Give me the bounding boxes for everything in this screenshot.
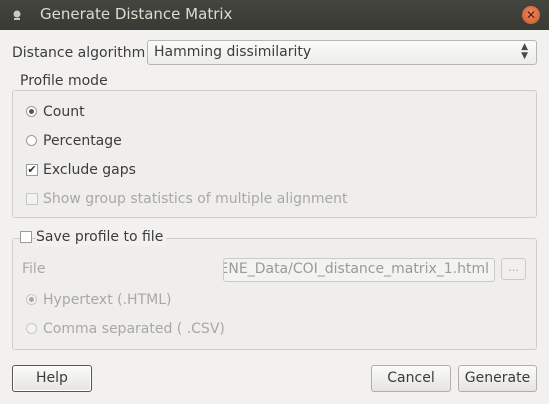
combo-updown-icon: ▲ ▼ — [521, 42, 528, 61]
generate-button[interactable]: Generate — [458, 365, 537, 392]
title-bar: Generate Distance Matrix ✕ — [0, 0, 549, 30]
hypertext-radio[interactable] — [26, 294, 37, 305]
group-stats-label[interactable]: Show group statistics of multiple alignm… — [43, 190, 348, 208]
save-profile-checkbox[interactable] — [20, 231, 32, 243]
count-label[interactable]: Count — [43, 103, 85, 121]
ellipsis-icon: ... — [508, 261, 519, 274]
close-button[interactable]: ✕ — [522, 6, 540, 24]
csv-label[interactable]: Comma separated ( .CSV) — [43, 320, 225, 338]
csv-radio[interactable] — [26, 323, 37, 334]
window-title: Generate Distance Matrix — [40, 5, 233, 23]
exclude-gaps-checkbox[interactable]: ✔ — [26, 164, 38, 176]
percentage-label[interactable]: Percentage — [43, 132, 122, 150]
percentage-radio[interactable] — [26, 135, 37, 146]
check-icon: ✔ — [27, 163, 37, 176]
distance-algorithm-value: Hamming dissimilarity — [154, 44, 312, 60]
save-profile-label[interactable]: Save profile to file — [36, 228, 167, 246]
profile-mode-title: Profile mode — [20, 73, 108, 89]
distance-algorithm-select[interactable]: Hamming dissimilarity ▲ ▼ — [147, 40, 537, 65]
exclude-gaps-label[interactable]: Exclude gaps — [43, 161, 136, 179]
group-stats-checkbox[interactable] — [26, 193, 38, 205]
app-icon — [13, 10, 21, 20]
cancel-button[interactable]: Cancel — [371, 365, 451, 392]
close-icon: ✕ — [525, 8, 537, 22]
file-path-input[interactable]: ENE_Data/COI_distance_matrix_1.html — [223, 258, 495, 282]
browse-button[interactable]: ... — [501, 258, 526, 280]
hypertext-label[interactable]: Hypertext (.HTML) — [43, 291, 171, 309]
distance-algorithm-label: Distance algorithm — [12, 45, 146, 61]
file-path-value: ENE_Data/COI_distance_matrix_1.html — [223, 261, 489, 277]
count-radio[interactable] — [26, 106, 37, 117]
file-label: File — [22, 261, 46, 277]
help-button[interactable]: Help — [12, 365, 92, 392]
